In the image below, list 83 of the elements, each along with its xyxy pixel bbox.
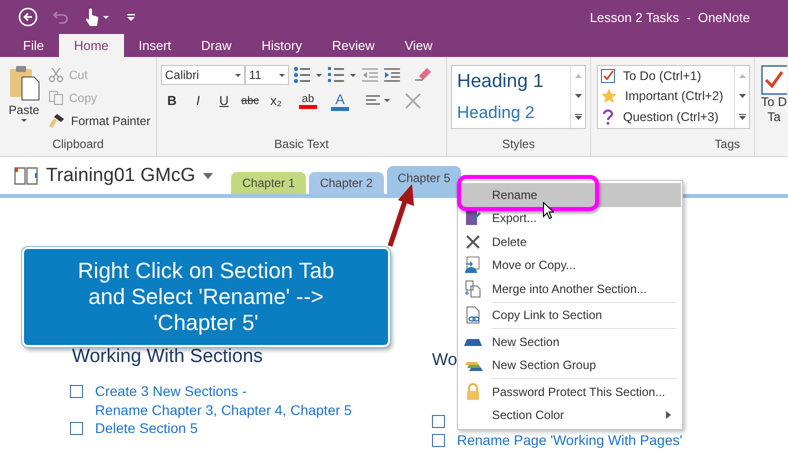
- caret-icon[interactable]: [235, 74, 241, 76]
- clipboard-icon: [8, 65, 40, 101]
- ribbon-tab[interactable]: Insert: [124, 34, 186, 57]
- mouse-cursor-icon: [543, 202, 554, 219]
- task-checkbox[interactable]: [432, 434, 445, 447]
- style-option[interactable]: Heading 2: [457, 103, 570, 123]
- format-button[interactable]: x₂: [265, 90, 287, 112]
- submenu-arrow-icon: [666, 411, 671, 419]
- format-button[interactable]: B: [161, 90, 183, 112]
- group-label: Basic Text: [273, 136, 330, 153]
- paste-button[interactable]: Paste: [4, 63, 44, 134]
- task-checkbox[interactable]: [70, 385, 83, 398]
- caret-icon[interactable]: [203, 172, 214, 178]
- copy-icon: [48, 90, 64, 106]
- caret-icon[interactable]: [21, 119, 27, 122]
- font-color-button[interactable]: A: [331, 92, 349, 110]
- menu-item[interactable]: New Section Group: [459, 354, 681, 377]
- format-button[interactable]: I: [187, 90, 209, 112]
- section-tab[interactable]: Chapter 5: [386, 166, 462, 194]
- notebook-icon[interactable]: [14, 166, 38, 186]
- export-icon: [464, 209, 482, 227]
- ribbon-tab[interactable]: Review: [316, 34, 390, 57]
- section-tab-icon: [464, 338, 482, 346]
- menu-item[interactable]: Export...: [459, 206, 681, 230]
- task-text: Rename Page 'Working With Pages': [457, 431, 682, 450]
- expand-gallery-icon[interactable]: [574, 114, 582, 120]
- highlight-button[interactable]: ab: [299, 93, 317, 109]
- section-tab[interactable]: Chapter 2: [308, 172, 384, 194]
- window-title: Lesson 2 Tasks - OneNote: [590, 10, 750, 24]
- instruction-callout: Right Click on Section Tab and Select 'Rename' --> 'Chapter 5': [22, 247, 390, 347]
- todo-tag-button[interactable]: To D Ta: [755, 57, 787, 156]
- style-option[interactable]: Heading 1: [457, 71, 570, 93]
- ribbon-tab[interactable]: View: [390, 34, 448, 57]
- numbered-list-icon[interactable]: [327, 66, 357, 84]
- ribbon-tab[interactable]: History: [246, 34, 317, 57]
- group-label: Tags: [714, 136, 741, 153]
- lock-icon: [464, 382, 482, 400]
- section-tab[interactable]: Chapter 1: [231, 172, 306, 194]
- format-painter-button[interactable]: Format Painter: [48, 111, 150, 131]
- menu-item[interactable]: Delete: [459, 230, 681, 254]
- move-icon: [464, 256, 482, 274]
- task-text: Create 3 New Sections - Rename Chapter 3, Chapter 4, Chapter 5: [95, 382, 352, 419]
- tag-option[interactable]: Important (Ctrl+2): [601, 88, 734, 104]
- format-button[interactable]: U: [213, 90, 235, 112]
- link-icon: [464, 306, 482, 324]
- font-size-field[interactable]: 11: [245, 65, 289, 85]
- styles-gallery[interactable]: Heading 1 Heading 2: [451, 65, 586, 129]
- group-label: Clipboard: [51, 136, 105, 153]
- menu-item[interactable]: Rename: [459, 183, 681, 206]
- scroll-down-icon[interactable]: [574, 94, 582, 98]
- back-icon[interactable]: [18, 7, 38, 27]
- paintbrush-icon: [48, 113, 66, 129]
- customize-icon[interactable]: [126, 11, 136, 23]
- increase-indent-icon[interactable]: [383, 67, 401, 83]
- section-heading: Wo: [432, 350, 458, 371]
- task-text: Delete Section 5: [95, 419, 198, 438]
- scissors-icon: [48, 67, 64, 83]
- task-checkbox[interactable]: [70, 422, 83, 435]
- tag-option[interactable]: Question (Ctrl+3): [601, 109, 734, 126]
- star-icon: [601, 88, 617, 104]
- tags-gallery[interactable]: To Do (Ctrl+1) Important (Ctrl+2) Question (Ctrl+3): [597, 65, 750, 129]
- group-label: Styles: [502, 136, 535, 153]
- menu-item[interactable]: Section Color: [459, 404, 681, 427]
- bullet-list-icon[interactable]: [293, 66, 323, 84]
- format-button[interactable]: abc: [239, 90, 261, 112]
- delete-icon: [464, 232, 482, 250]
- notebook-name[interactable]: Training01 GMcG: [46, 164, 196, 186]
- touch-hand-icon[interactable]: [84, 7, 112, 27]
- merge-icon: [464, 280, 482, 298]
- ribbon-tab[interactable]: Home: [58, 34, 124, 57]
- caret-icon[interactable]: [279, 74, 285, 76]
- task-checkbox[interactable]: [432, 415, 445, 428]
- menu-item[interactable]: Merge into Another Section...: [459, 277, 681, 300]
- checkbox-icon: [601, 68, 615, 83]
- scroll-down-icon[interactable]: [738, 94, 746, 98]
- ribbon-tab[interactable]: File: [8, 34, 59, 57]
- font-name-field[interactable]: Calibri: [161, 65, 245, 85]
- question-mark-icon: [601, 109, 615, 126]
- expand-gallery-icon[interactable]: [738, 114, 746, 120]
- ribbon-tab[interactable]: Draw: [186, 34, 246, 57]
- menu-item[interactable]: Move or Copy...: [459, 254, 681, 277]
- section-heading: Working With Sections: [72, 346, 264, 368]
- tag-option[interactable]: To Do (Ctrl+1): [601, 68, 734, 83]
